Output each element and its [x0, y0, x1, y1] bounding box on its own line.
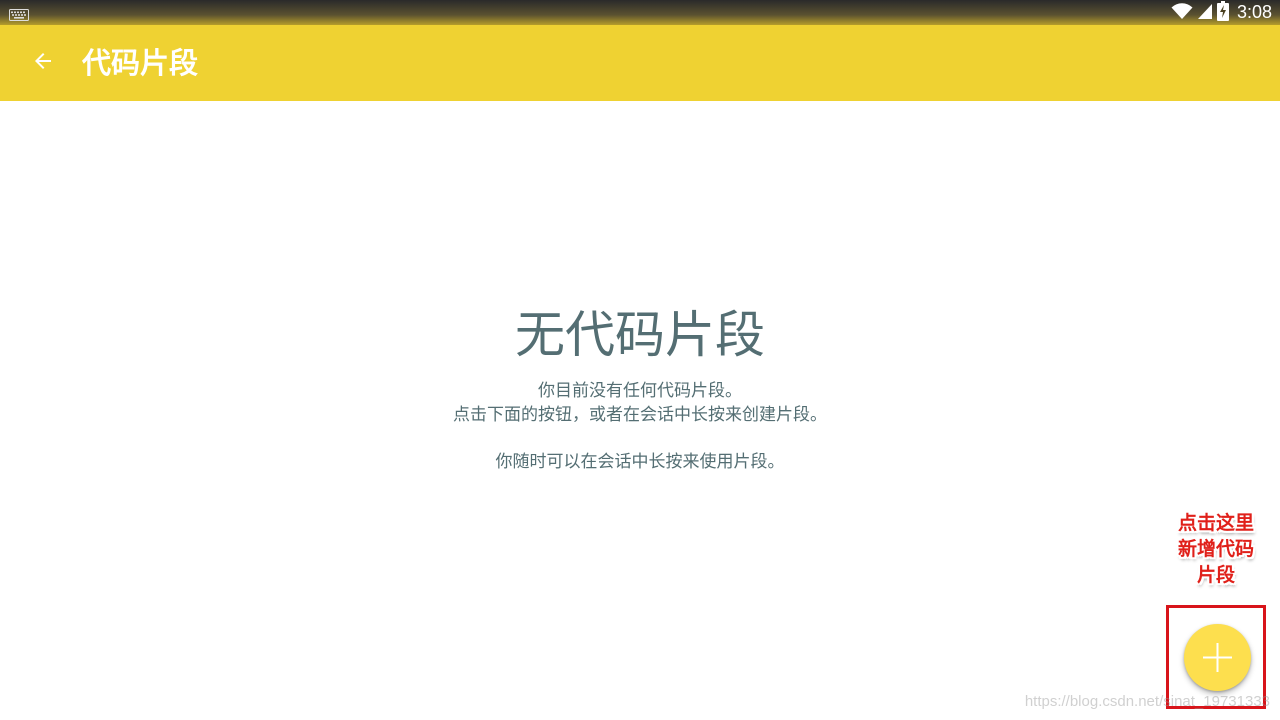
- status-bar: 3:08: [0, 0, 1280, 25]
- back-button[interactable]: [22, 42, 64, 84]
- status-bar-right: 3:08: [1171, 0, 1272, 25]
- keyboard-icon: [9, 6, 29, 21]
- empty-state-message-line-1: 你目前没有任何代码片段。: [538, 381, 742, 401]
- battery-charging-icon: [1216, 0, 1229, 25]
- status-clock: 3:08: [1236, 2, 1272, 22]
- annotation-line-1: 点击这里: [1177, 512, 1254, 534]
- watermark: https://blog.csdn.net/sinat_19731333: [1024, 693, 1270, 710]
- wifi-icon: [1171, 2, 1193, 24]
- app-screen: 3:08 代码片段 无代码片段 你目前没有任何代码片段。 点击下面的按钮，或者在…: [0, 0, 1280, 720]
- annotation-line-3: 片段: [1196, 564, 1235, 586]
- annotation-line-2: 新增代码: [1177, 538, 1254, 560]
- app-toolbar: 代码片段: [0, 25, 1280, 101]
- empty-state-message-line-3: 你随时可以在会话中长按来使用片段。: [495, 452, 785, 472]
- annotation-callout: 点击这里 新增代码 片段: [1164, 510, 1268, 588]
- signal-icon: [1197, 2, 1213, 24]
- add-snippet-button[interactable]: [1184, 624, 1251, 691]
- arrow-back-icon: [31, 49, 55, 77]
- empty-state-message-line-2: 点击下面的按钮，或者在会话中长按来创建片段。: [453, 405, 827, 425]
- page-title: 代码片段: [82, 46, 199, 80]
- empty-state-title: 无代码片段: [515, 306, 765, 364]
